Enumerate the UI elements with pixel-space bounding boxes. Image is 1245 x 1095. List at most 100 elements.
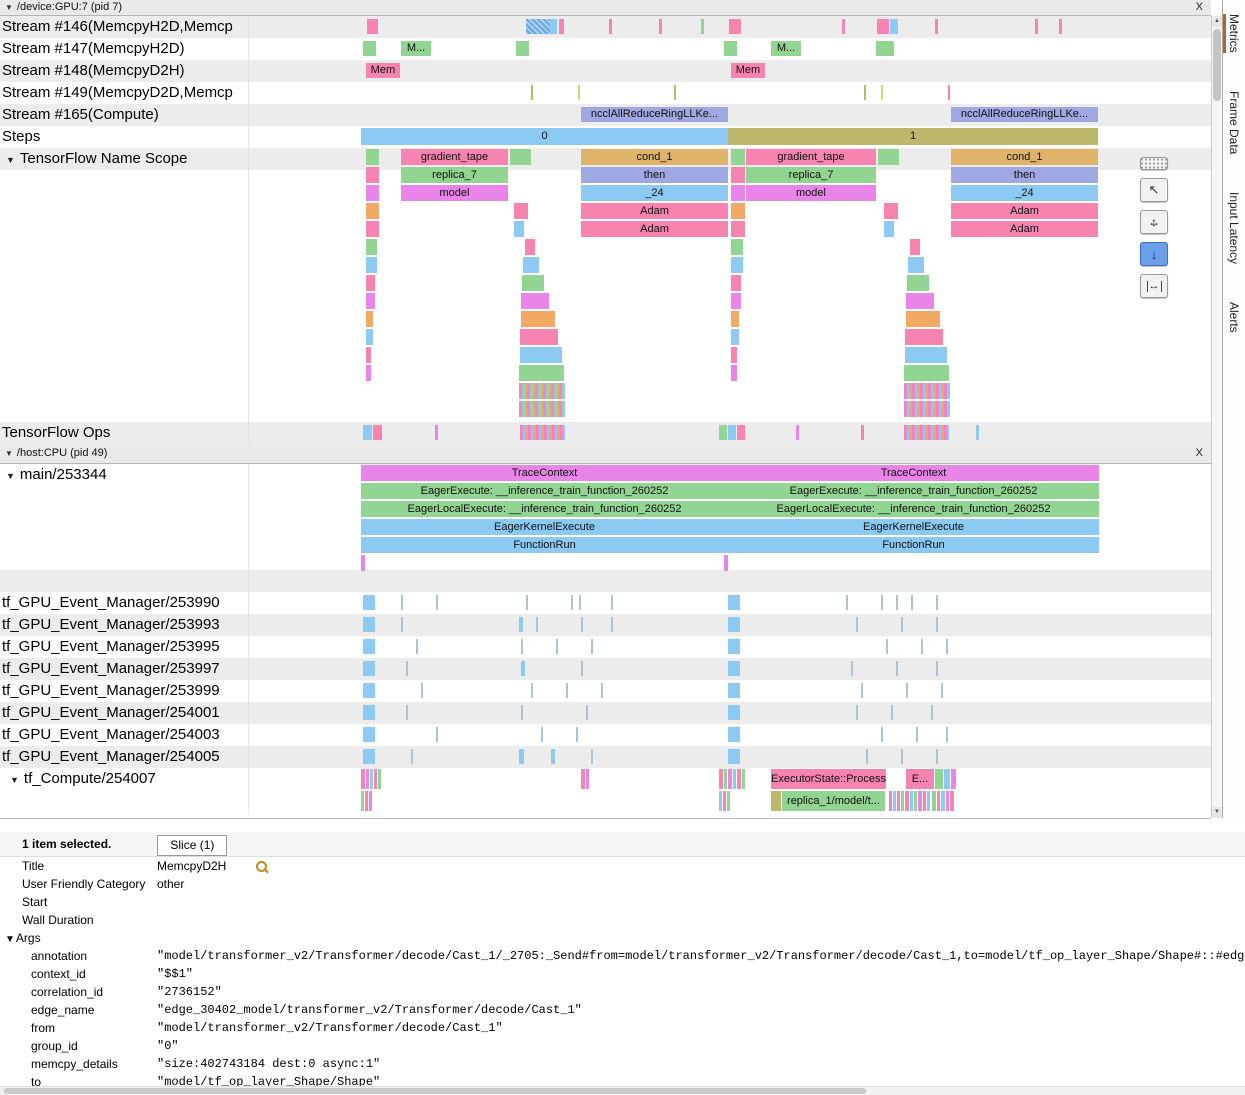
trace-event-1[interactable]: 1 [728,128,1098,145]
trace-event[interactable] [421,683,423,698]
trace-event[interactable] [878,149,899,165]
trace-event[interactable] [363,727,375,742]
trace-event[interactable] [731,275,741,291]
trace-event[interactable] [937,791,940,811]
trace-event-then[interactable]: then [951,167,1098,183]
trace-event[interactable] [571,595,573,610]
trace-event[interactable] [526,595,528,610]
trace-event[interactable] [851,661,853,676]
trace-event[interactable] [579,595,581,610]
trace-event[interactable] [536,617,538,632]
trace-event[interactable] [363,705,375,720]
trace-event[interactable] [366,293,375,309]
trace-event-tracecontext[interactable]: TraceContext [728,465,1099,481]
trace-event[interactable] [731,329,739,345]
trace-event[interactable] [436,595,438,610]
trace-event[interactable] [363,595,375,610]
row-track-stream-148[interactable]: MemMem [248,60,1211,82]
scroll-up-icon[interactable]: ▲ [1212,16,1222,27]
trace-event[interactable] [911,595,913,610]
trace-event[interactable] [904,365,949,381]
trace-event[interactable] [935,19,938,34]
vertical-scrollbar-thumb[interactable] [1213,29,1221,101]
cpu-close-button[interactable]: X [1196,444,1203,463]
trace-event[interactable] [901,791,904,811]
trace-event[interactable] [946,727,948,742]
gpu-section-header[interactable]: ▼/device:GPU:7 (pid 7) X [0,0,1211,16]
trace-event-adam[interactable]: Adam [951,203,1098,219]
trace-event[interactable] [889,791,892,811]
trace-event[interactable] [923,791,926,811]
trace-event-_24[interactable]: _24 [951,185,1098,201]
trace-event[interactable] [731,239,743,255]
trace-event[interactable] [908,257,924,273]
trace-event-ncclallreduceringllke-[interactable]: ncclAllReduceRingLLKe... [951,107,1098,122]
row-track-stream-149[interactable] [248,82,1211,104]
trace-event[interactable] [896,661,898,676]
trace-event[interactable] [731,221,745,237]
zoom-down-tool-icon[interactable]: ↓ [1140,242,1168,266]
trace-event[interactable] [881,595,883,610]
trace-event[interactable] [906,683,908,698]
trace-event[interactable] [910,791,913,811]
trace-event[interactable] [907,275,929,291]
trace-event[interactable] [525,239,535,255]
trace-event[interactable] [881,727,883,742]
trace-event[interactable] [369,791,372,811]
trace-event[interactable] [728,425,736,440]
trace-event[interactable] [521,705,523,720]
vertical-scrollbar[interactable]: ▲ ▼ [1211,16,1222,818]
trace-event-replica_7[interactable]: replica_7 [401,167,508,183]
trace-event-replica_1-model-t-[interactable]: replica_1/model/t... [782,791,885,811]
trace-event[interactable] [363,661,375,676]
trace-event[interactable] [659,19,662,34]
row-label-tf-compute-254007[interactable]: ▼tf_Compute/254007 [0,768,248,814]
trace-event[interactable] [551,749,555,764]
trace-event[interactable] [731,167,745,183]
side-tab-alerts[interactable]: Alerts [1227,302,1241,333]
trace-event-eagerlocalexecute-__inference_train_function_260252[interactable]: EagerLocalExecute: __inference_train_fun… [728,501,1099,517]
trace-event[interactable] [884,203,898,219]
trace-event[interactable] [674,85,676,100]
trace-event-m-[interactable]: M... [401,41,431,56]
trace-event[interactable] [742,769,745,789]
trace-event[interactable] [611,595,613,610]
trace-event[interactable] [366,329,373,345]
trace-event[interactable] [581,661,583,676]
trace-event[interactable] [519,749,524,764]
trace-event[interactable] [946,791,949,811]
trace-event[interactable] [728,617,740,632]
trace-event[interactable] [366,769,369,789]
trace-event[interactable] [601,683,603,698]
trace-event[interactable] [366,365,371,381]
row-track-tf-name-scope[interactable]: gradient_tapecond_1gradient_tapecond_1re… [248,148,1211,422]
trace-event-eagerkernelexecute[interactable]: EagerKernelExecute [361,519,728,535]
trace-event[interactable] [904,383,950,399]
trace-event[interactable] [941,791,945,811]
trace-event-replica_7[interactable]: replica_7 [746,167,876,183]
trace-event-eagerexecute-__inference_train_function_260252[interactable]: EagerExecute: __inference_train_function… [361,483,728,499]
trace-event-m-[interactable]: M... [771,41,801,56]
trace-event-functionrun[interactable]: FunctionRun [728,537,1099,553]
trace-event[interactable] [401,617,403,632]
trace-event[interactable] [586,705,588,720]
trace-event[interactable] [866,749,868,764]
trace-event[interactable] [881,85,883,100]
trace-event[interactable] [363,41,376,56]
trace-event[interactable] [531,683,533,698]
trace-event[interactable] [731,257,743,273]
row-track-gpu-event-manager-253999[interactable] [248,680,1211,702]
trace-event[interactable] [876,41,894,56]
trace-event[interactable] [541,727,543,742]
trace-event[interactable] [521,661,525,676]
trace-event[interactable] [416,639,418,654]
trace-event[interactable] [932,791,936,811]
trace-event[interactable] [435,425,438,440]
trace-event[interactable] [910,239,920,255]
trace-event-eagerlocalexecute-__inference_train_function_260252[interactable]: EagerLocalExecute: __inference_train_fun… [361,501,728,517]
trace-event[interactable] [950,791,954,811]
trace-event[interactable] [519,401,565,417]
trace-event[interactable] [897,791,900,811]
trace-event[interactable] [581,769,585,789]
fit-horizontal-tool-icon[interactable]: ↔ [1140,274,1168,298]
